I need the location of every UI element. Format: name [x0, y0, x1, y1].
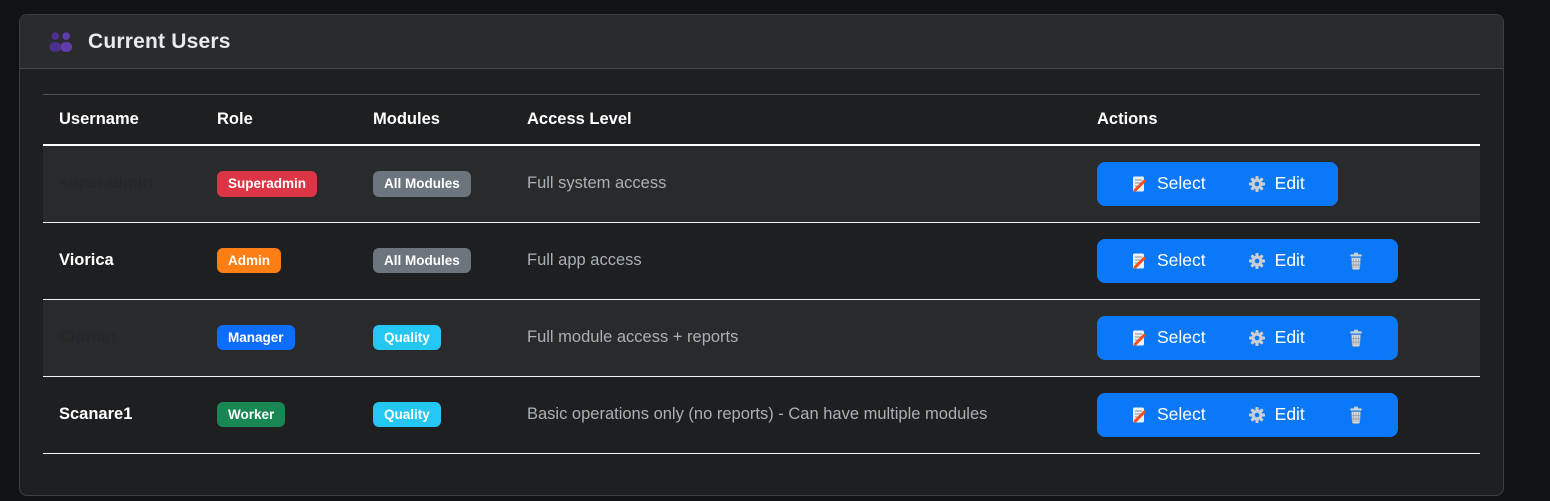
gear-icon	[1248, 406, 1266, 424]
select-button-label: Select	[1157, 173, 1206, 194]
memo-icon	[1130, 406, 1148, 424]
action-button-group: Select	[1097, 239, 1398, 283]
delete-button[interactable]	[1326, 393, 1386, 437]
access-level-text: Full module access + reports	[511, 299, 1081, 376]
edit-button[interactable]: Edit	[1227, 162, 1326, 206]
table-header-row: Username Role Modules Access Level Actio…	[43, 95, 1480, 146]
modules-badge: All Modules	[373, 171, 471, 197]
modules-badge: All Modules	[373, 248, 471, 274]
trash-icon	[1347, 406, 1365, 424]
table-row: superadmin Superadmin All Modules Full s…	[43, 145, 1480, 222]
select-button[interactable]: Select	[1109, 162, 1227, 206]
memo-icon	[1130, 252, 1148, 270]
page-title: Current Users	[88, 30, 231, 54]
username: Scanare1	[59, 405, 132, 423]
gear-icon	[1248, 175, 1266, 193]
select-button-label: Select	[1157, 250, 1206, 271]
column-header-access-level: Access Level	[511, 95, 1081, 146]
access-level-text: Full system access	[511, 145, 1081, 222]
role-badge: Admin	[217, 248, 281, 274]
trash-icon	[1347, 252, 1365, 270]
trash-icon	[1347, 329, 1365, 347]
memo-icon	[1130, 329, 1148, 347]
action-button-group: Select	[1097, 393, 1398, 437]
table-row: Scanare1 Worker Quality Basic operations…	[43, 376, 1480, 453]
select-button[interactable]: Select	[1109, 393, 1227, 437]
edit-button[interactable]: Edit	[1227, 239, 1326, 283]
table-row: Viorica Admin All Modules Full app acces…	[43, 222, 1480, 299]
table-row: Ciprian Manager Quality Full module acce…	[43, 299, 1480, 376]
modules-badge: Quality	[373, 402, 441, 428]
users-icon	[48, 31, 75, 52]
users-table: Username Role Modules Access Level Actio…	[43, 94, 1480, 454]
delete-button[interactable]	[1326, 316, 1386, 360]
username: Ciprian	[59, 328, 116, 346]
role-badge: Manager	[217, 325, 295, 351]
select-button[interactable]: Select	[1109, 316, 1227, 360]
column-header-role: Role	[201, 95, 357, 146]
column-header-modules: Modules	[357, 95, 511, 146]
edit-button-label: Edit	[1275, 404, 1305, 425]
gear-icon	[1248, 329, 1266, 347]
gear-icon	[1248, 252, 1266, 270]
column-header-username: Username	[43, 95, 201, 146]
username: superadmin	[59, 174, 153, 192]
edit-button-label: Edit	[1275, 250, 1305, 271]
delete-button[interactable]	[1326, 239, 1386, 283]
action-button-group: Select	[1097, 316, 1398, 360]
modules-badge: Quality	[373, 325, 441, 351]
role-badge: Worker	[217, 402, 285, 428]
username: Viorica	[59, 251, 114, 269]
card-header: Current Users	[20, 15, 1503, 69]
edit-button-label: Edit	[1275, 173, 1305, 194]
access-level-text: Full app access	[511, 222, 1081, 299]
select-button[interactable]: Select	[1109, 239, 1227, 283]
memo-icon	[1130, 175, 1148, 193]
edit-button[interactable]: Edit	[1227, 316, 1326, 360]
edit-button[interactable]: Edit	[1227, 393, 1326, 437]
current-users-card: Current Users Username Role Modules Acce…	[19, 14, 1504, 496]
select-button-label: Select	[1157, 404, 1206, 425]
edit-button-label: Edit	[1275, 327, 1305, 348]
access-level-text: Basic operations only (no reports) - Can…	[511, 376, 1081, 453]
select-button-label: Select	[1157, 327, 1206, 348]
role-badge: Superadmin	[217, 171, 317, 197]
card-body: Username Role Modules Access Level Actio…	[20, 69, 1503, 474]
action-button-group: Select	[1097, 162, 1338, 206]
column-header-actions: Actions	[1081, 95, 1480, 146]
